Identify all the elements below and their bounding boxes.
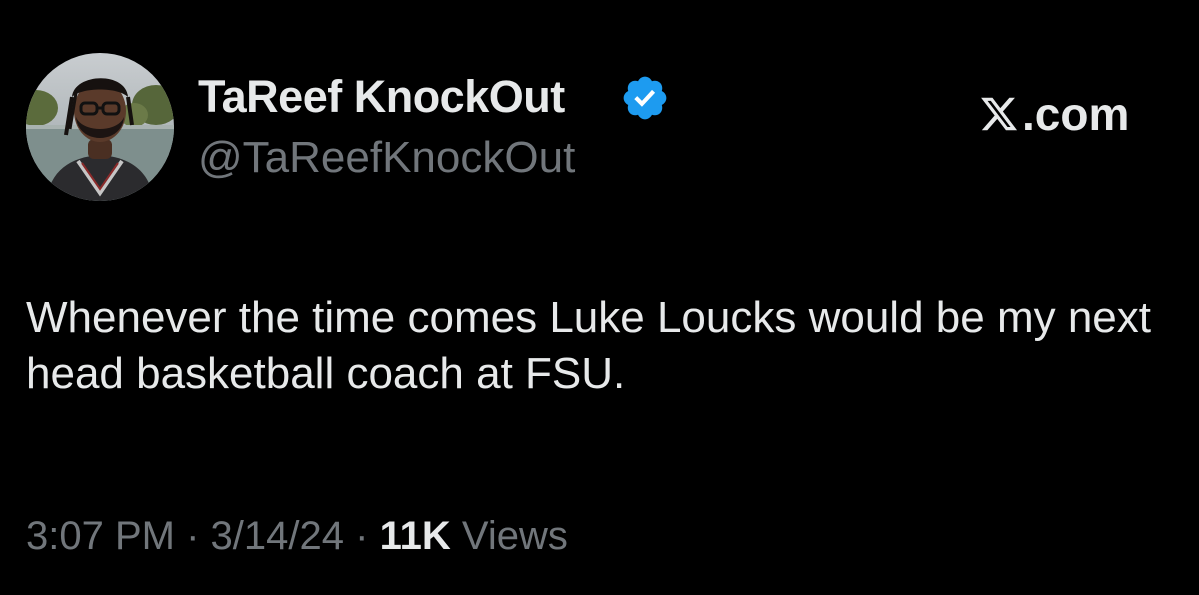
tweet-time[interactable]: 3:07 PM xyxy=(26,514,175,558)
avatar[interactable] xyxy=(26,53,174,201)
display-name[interactable]: TaReef KnockOut xyxy=(198,70,565,124)
views-count[interactable]: 11K xyxy=(380,514,451,558)
meta-separator: · xyxy=(355,514,369,558)
profile-photo xyxy=(26,53,174,201)
verified-badge-icon xyxy=(623,76,667,120)
user-handle[interactable]: @TaReefKnockOut xyxy=(198,131,575,185)
tweet-text: Whenever the time comes Luke Loucks woul… xyxy=(26,293,1151,398)
views-label: Views xyxy=(461,514,568,558)
meta-separator: · xyxy=(186,514,200,558)
tweet-date[interactable]: 3/14/24 xyxy=(211,514,344,558)
x-logo-icon xyxy=(981,97,1018,131)
tweet-meta: 3:07 PM · 3/14/24 · 11K Views xyxy=(26,508,568,564)
brand-domain-text: .com xyxy=(1022,88,1130,140)
x-brand-watermark: .com xyxy=(978,88,1129,140)
